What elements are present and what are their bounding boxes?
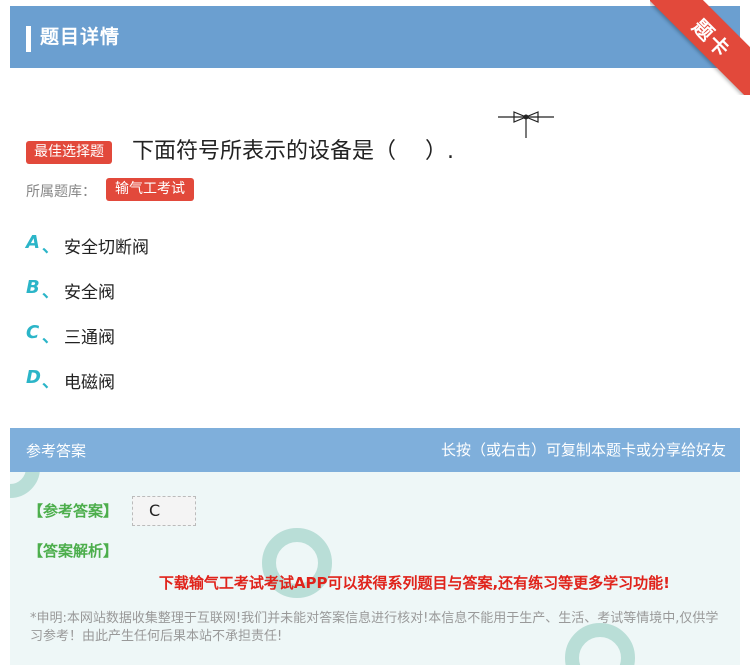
- option-a[interactable]: A 、 安全切断阀: [26, 230, 426, 260]
- option-text: 三通阀: [64, 328, 115, 348]
- answer-section: 参考答案 长按（或右击）可复制本题卡或分享给好友 【参考答案】 C 【答案解析】…: [10, 428, 740, 665]
- share-hint: 长按（或右击）可复制本题卡或分享给好友: [440, 441, 726, 459]
- option-c[interactable]: C 、 三通阀: [26, 320, 426, 350]
- answer-image: C: [132, 496, 196, 526]
- bank-tag[interactable]: 输气工考试: [106, 178, 194, 201]
- app-download-promo[interactable]: 下载输气工考试考试APP可以获得系列题目与答案,还有练习等更多学习功能!: [10, 572, 740, 593]
- disclaimer-text: *申明:本网站数据收集整理于互联网!我们并未能对答案信息进行核对!本信息不能用于…: [30, 611, 719, 644]
- option-letter: D: [26, 367, 41, 388]
- option-letter: C: [26, 322, 40, 343]
- option-b[interactable]: B 、 安全阀: [26, 275, 426, 305]
- option-separator: 、: [42, 327, 59, 347]
- ribbon-label: 题卡: [687, 14, 736, 63]
- option-letter: A: [26, 232, 40, 253]
- question-type-tag: 最佳选择题: [26, 141, 112, 164]
- option-separator: 、: [42, 372, 59, 392]
- valve-symbol-icon: [498, 111, 554, 138]
- option-separator: 、: [42, 282, 59, 302]
- answer-header-title: 参考答案: [26, 442, 87, 460]
- question-text: 下面符号所表示的设备是（ ）.: [132, 139, 454, 164]
- option-text: 安全阀: [64, 283, 115, 303]
- option-d[interactable]: D 、 电磁阀: [26, 365, 426, 395]
- analysis-label: 【答案解析】: [28, 542, 119, 560]
- option-letter: B: [26, 277, 40, 298]
- page-header: 题目详情: [10, 6, 740, 68]
- question-card-ribbon[interactable]: 题卡: [650, 0, 750, 95]
- reference-answer-label: 【参考答案】: [28, 502, 119, 520]
- header-accent-bar: [26, 26, 31, 52]
- option-text: 电磁阀: [64, 373, 115, 393]
- answer-value: C: [149, 501, 161, 520]
- page-title: 题目详情: [40, 26, 121, 48]
- option-separator: 、: [42, 237, 59, 257]
- option-text: 安全切断阀: [64, 238, 149, 258]
- bank-label: 所属题库：: [26, 184, 96, 200]
- answer-header: 参考答案 长按（或右击）可复制本题卡或分享给好友: [10, 428, 740, 472]
- question-stem: 最佳选择题 下面符号所表示的设备是（ ）.: [26, 136, 726, 170]
